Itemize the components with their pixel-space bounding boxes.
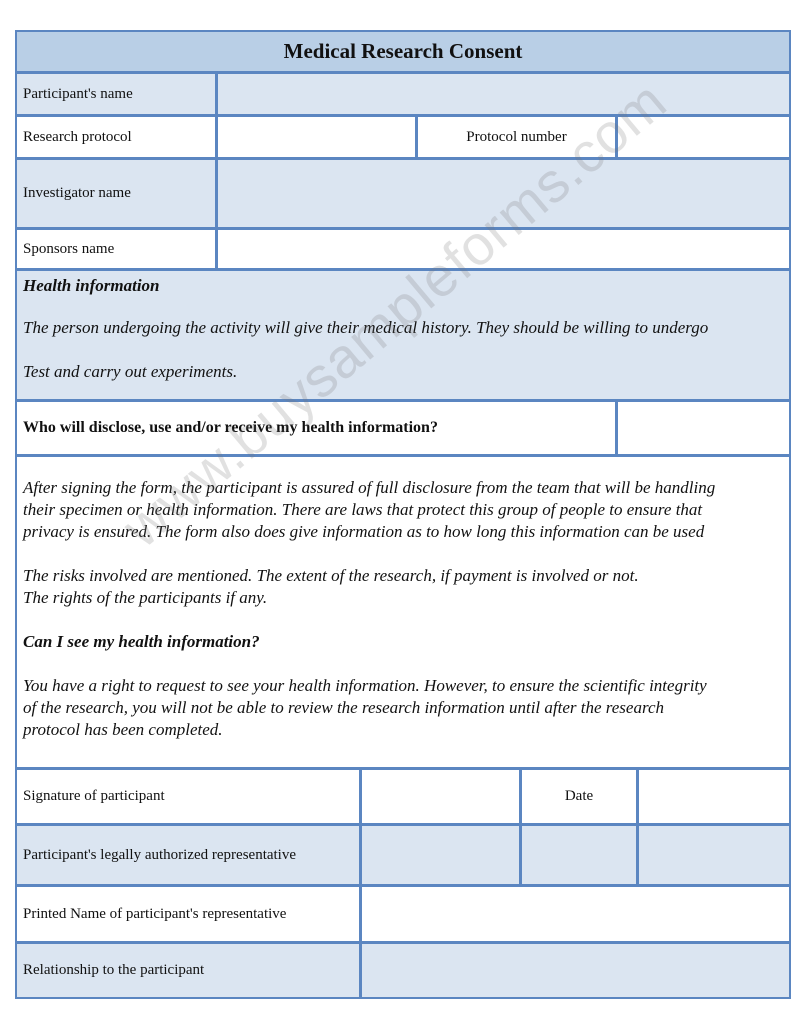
see-info-line: of the research, you will not be able to… <box>23 698 665 717</box>
investigator-name-label: Investigator name <box>23 185 131 201</box>
representative-date-label-cell <box>519 826 636 884</box>
protocol-number-label: Protocol number <box>415 117 615 157</box>
participant-name-label: Participant's name <box>23 85 133 102</box>
see-info-line: protocol has been completed. <box>23 720 223 739</box>
participant-name-row: Participant's name <box>17 74 789 117</box>
relationship-field[interactable] <box>359 944 789 997</box>
health-information-heading: Health information <box>23 276 160 295</box>
printed-name-row: Printed Name of participant's representa… <box>17 887 789 944</box>
consent-form: Medical Research Consent Participant's n… <box>15 30 791 999</box>
disclosure-question-label: Who will disclose, use and/or receive my… <box>23 419 438 436</box>
research-protocol-row: Research protocol Protocol number <box>17 117 789 160</box>
representative-date-field[interactable] <box>636 826 789 884</box>
representative-signature-field[interactable] <box>359 826 519 884</box>
risks-line: The rights of the participants if any. <box>23 588 268 607</box>
form-title: Medical Research Consent <box>283 39 523 63</box>
health-information-section: Health information The person undergoing… <box>17 271 789 402</box>
research-protocol-label: Research protocol <box>23 128 132 145</box>
form-header: Medical Research Consent <box>17 32 789 74</box>
printed-name-field[interactable] <box>359 887 789 941</box>
relationship-label: Relationship to the participant <box>23 962 205 978</box>
disclosure-body-line: their specimen or health information. Th… <box>23 500 703 519</box>
printed-name-label: Printed Name of participant's representa… <box>23 905 287 922</box>
date-label: Date <box>519 770 636 823</box>
sponsors-name-label: Sponsors name <box>23 240 115 257</box>
relationship-row: Relationship to the participant <box>17 944 789 997</box>
participant-name-field[interactable] <box>215 74 789 114</box>
participant-signature-label: Signature of participant <box>23 788 165 804</box>
sponsors-name-field[interactable] <box>215 230 789 268</box>
participant-signature-field[interactable] <box>359 770 519 823</box>
disclosure-body-line: After signing the form, the participant … <box>23 478 716 497</box>
investigator-name-field[interactable] <box>215 160 789 227</box>
health-information-line-1: The person undergoing the activity will … <box>23 318 709 337</box>
participant-date-field[interactable] <box>636 770 789 823</box>
participant-signature-row: Signature of participant Date <box>17 770 789 826</box>
representative-label: Participant's legally authorized represe… <box>23 846 297 863</box>
disclosure-body-line: privacy is ensured. The form also does g… <box>23 522 705 541</box>
health-information-line-2: Test and carry out experiments. <box>23 362 238 381</box>
sponsors-name-row: Sponsors name <box>17 230 789 271</box>
disclosure-question-field[interactable] <box>615 402 789 454</box>
disclosure-body-section: After signing the form, the participant … <box>17 457 789 770</box>
research-protocol-field[interactable] <box>215 117 415 157</box>
risks-line: The risks involved are mentioned. The ex… <box>23 566 639 585</box>
disclosure-question-row: Who will disclose, use and/or receive my… <box>17 402 789 457</box>
investigator-name-row: Investigator name <box>17 160 789 230</box>
protocol-number-field[interactable] <box>615 117 789 157</box>
representative-row: Participant's legally authorized represe… <box>17 826 789 887</box>
see-info-heading: Can I see my health information? <box>23 632 260 651</box>
see-info-line: You have a right to request to see your … <box>23 676 707 695</box>
